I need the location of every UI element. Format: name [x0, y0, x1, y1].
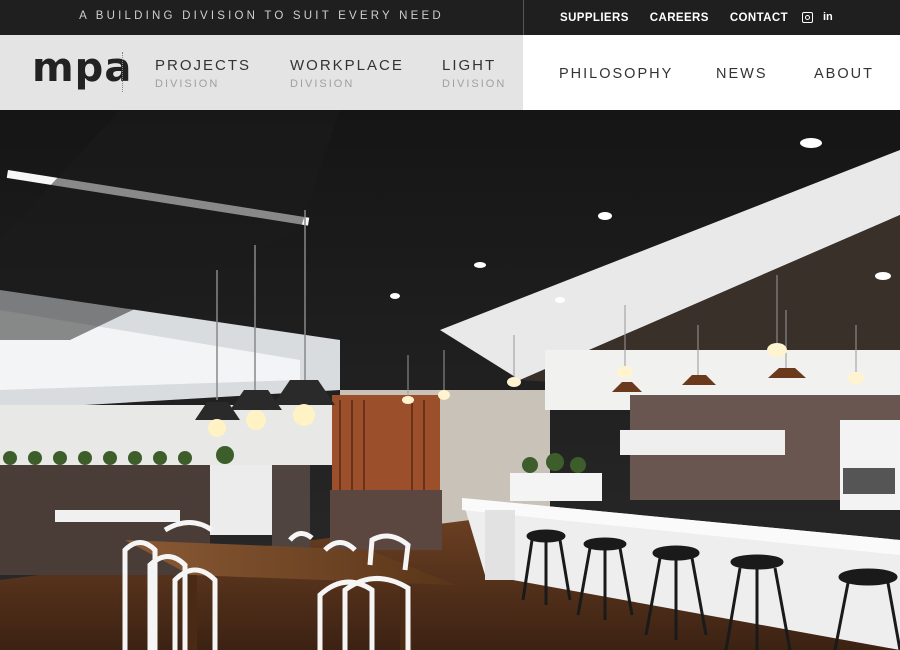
light-division-link[interactable]: LIGHT DIVISION: [442, 57, 507, 91]
logo[interactable]: mpa: [32, 48, 132, 88]
nav-about[interactable]: ABOUT: [814, 66, 874, 82]
nav-news[interactable]: NEWS: [716, 66, 768, 82]
division-name: LIGHT: [442, 57, 497, 74]
tagline: A BUILDING DIVISION TO SUIT EVERY NEED: [79, 10, 444, 22]
top-links: SUPPLIERS CAREERS CONTACT in: [560, 0, 833, 35]
careers-link[interactable]: CAREERS: [650, 12, 709, 24]
linkedin-icon[interactable]: in: [823, 12, 833, 23]
logo-divider: [122, 52, 123, 92]
workplace-division-link[interactable]: WORKPLACE DIVISION: [290, 57, 404, 91]
instagram-icon[interactable]: [802, 12, 813, 23]
division-sub: DIVISION: [155, 78, 220, 90]
hero-image: [0, 110, 900, 650]
top-bar: A BUILDING DIVISION TO SUIT EVERY NEED S…: [0, 0, 900, 35]
top-bar-divider: [523, 0, 524, 35]
nav-philosophy[interactable]: PHILOSOPHY: [559, 66, 673, 82]
social-links: in: [802, 12, 833, 23]
office-kitchen-photo: [0, 110, 900, 650]
suppliers-link[interactable]: SUPPLIERS: [560, 12, 629, 24]
division-name: PROJECTS: [155, 57, 252, 74]
contact-link[interactable]: CONTACT: [730, 12, 788, 24]
division-sub: DIVISION: [442, 78, 507, 90]
division-sub: DIVISION: [290, 78, 355, 90]
division-name: WORKPLACE: [290, 57, 404, 74]
projects-division-link[interactable]: PROJECTS DIVISION: [155, 57, 252, 91]
